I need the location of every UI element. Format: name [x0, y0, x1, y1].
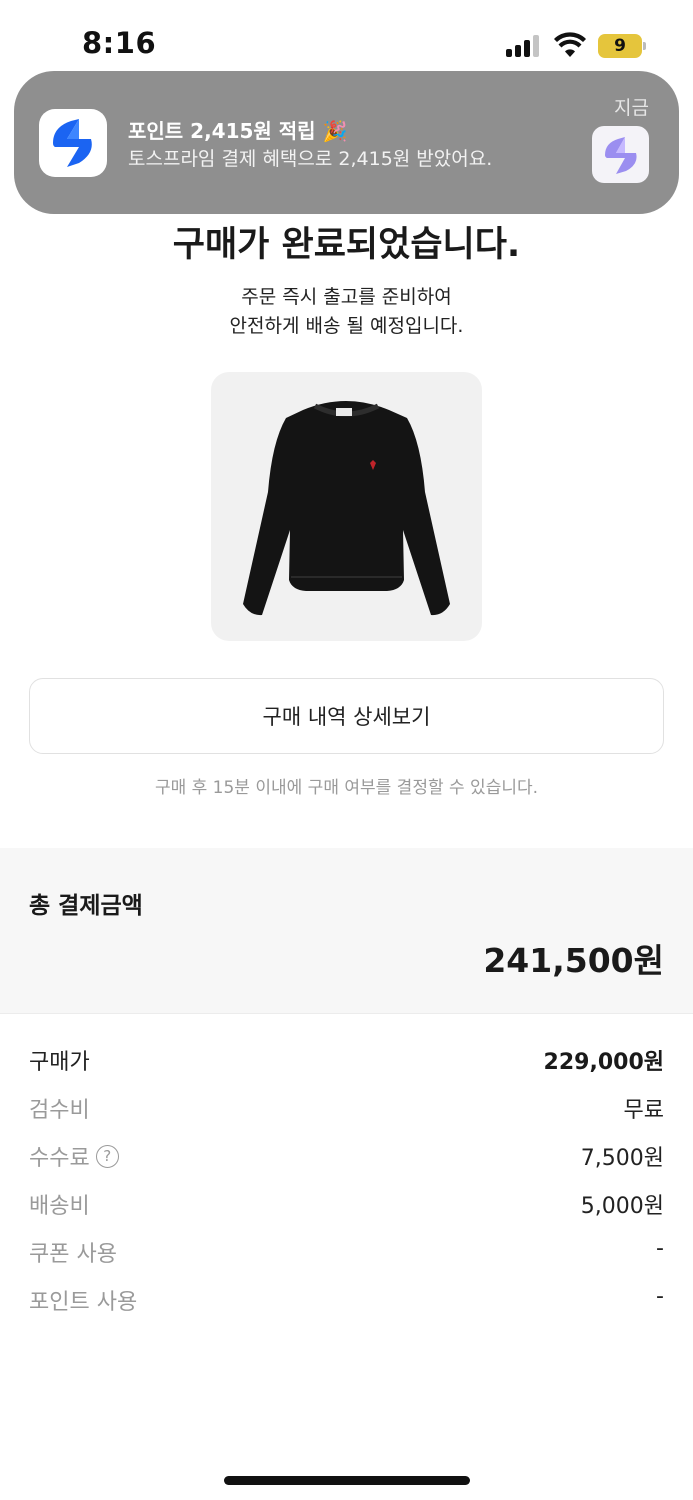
home-indicator[interactable]	[224, 1476, 470, 1485]
breakdown-label-wrapper: 수수료 ?	[29, 1140, 119, 1172]
breakdown-label: 포인트 사용	[29, 1290, 138, 1315]
breakdown-row-commission: 수수료 ? 7,500원	[29, 1134, 664, 1182]
toss-app-icon	[39, 109, 107, 177]
breakdown-value: 7,500원	[580, 1146, 664, 1171]
subtitle-line-1: 주문 즉시 출고를 준비하여	[241, 286, 452, 308]
battery-level: 9	[598, 34, 642, 58]
purchase-decision-notice: 구매 후 15분 이내에 구매 여부를 결정할 수 있습니다.	[154, 778, 539, 798]
breakdown-value: -	[656, 1284, 664, 1309]
breakdown-value: 229,000원	[543, 1050, 664, 1075]
help-icon[interactable]: ?	[95, 1144, 119, 1168]
breakdown-row-points: 포인트 사용 -	[29, 1278, 664, 1326]
product-image	[211, 372, 482, 641]
breakdown-label: 수수료	[29, 1146, 90, 1171]
breakdown-row-purchase-price: 구매가 229,000원	[29, 1038, 664, 1086]
notification-title: 포인트 2,415원 적립 🎉	[128, 119, 348, 143]
toss-logo-icon	[53, 119, 92, 167]
breakdown-value: -	[656, 1236, 664, 1261]
cellular-signal-icon	[506, 35, 542, 57]
breakdown-label: 배송비	[29, 1194, 90, 1219]
total-payment-section: 총 결제금액 241,500원	[0, 848, 693, 1014]
page-subtitle: 주문 즉시 출고를 준비하여 안전하게 배송 될 예정입니다.	[0, 283, 693, 341]
page-title: 구매가 완료되었습니다.	[172, 225, 521, 265]
breakdown-row-shipping-fee: 배송비 5,000원	[29, 1182, 664, 1230]
breakdown-value: 무료	[623, 1098, 664, 1123]
breakdown-label: 쿠폰 사용	[29, 1242, 117, 1267]
breakdown-row-coupon: 쿠폰 사용 -	[29, 1230, 664, 1278]
breakdown-label: 구매가	[29, 1050, 90, 1075]
toss-prime-icon	[605, 137, 637, 174]
push-notification[interactable]: 포인트 2,415원 적립 🎉 토스프라임 결제 혜택으로 2,415원 받았어…	[14, 71, 679, 214]
breakdown-label: 검수비	[29, 1098, 90, 1123]
notification-thumbnail	[592, 126, 649, 183]
view-purchase-details-button[interactable]: 구매 내역 상세보기	[29, 678, 664, 754]
wifi-icon	[554, 32, 586, 57]
subtitle-line-2: 안전하게 배송 될 예정입니다.	[229, 315, 464, 337]
screen: 8:16 9 구매가 완료되었습니다. 주문 즉시 출고를 준비하여 안전하게 …	[0, 0, 693, 1500]
notification-time: 지금	[614, 97, 649, 119]
black-sweatshirt-image	[243, 401, 450, 616]
battery-icon: 9	[598, 34, 646, 58]
total-payment-value: 241,500원	[483, 941, 664, 980]
payment-breakdown: 구매가 229,000원 검수비 무료 수수료 ? 7,500원 배송비 5,0…	[29, 1038, 664, 1326]
notification-body: 토스프라임 결제 혜택으로 2,415원 받았어요.	[128, 148, 493, 170]
status-bar: 8:16 9	[0, 0, 693, 70]
breakdown-value: 5,000원	[580, 1194, 664, 1219]
total-payment-label: 총 결제금액	[29, 893, 143, 919]
breakdown-row-inspection-fee: 검수비 무료	[29, 1086, 664, 1134]
status-time: 8:16	[82, 26, 157, 60]
